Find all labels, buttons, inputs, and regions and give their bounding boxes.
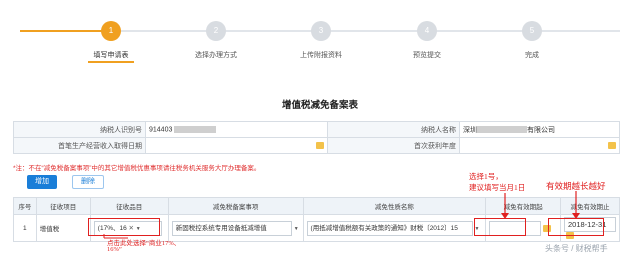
annotation-arrows xyxy=(103,191,580,239)
start-date-arrow-head xyxy=(501,213,509,219)
end-date-arrow-head xyxy=(572,213,580,219)
watermark: 头条号 / 财税帮手 xyxy=(545,244,608,253)
